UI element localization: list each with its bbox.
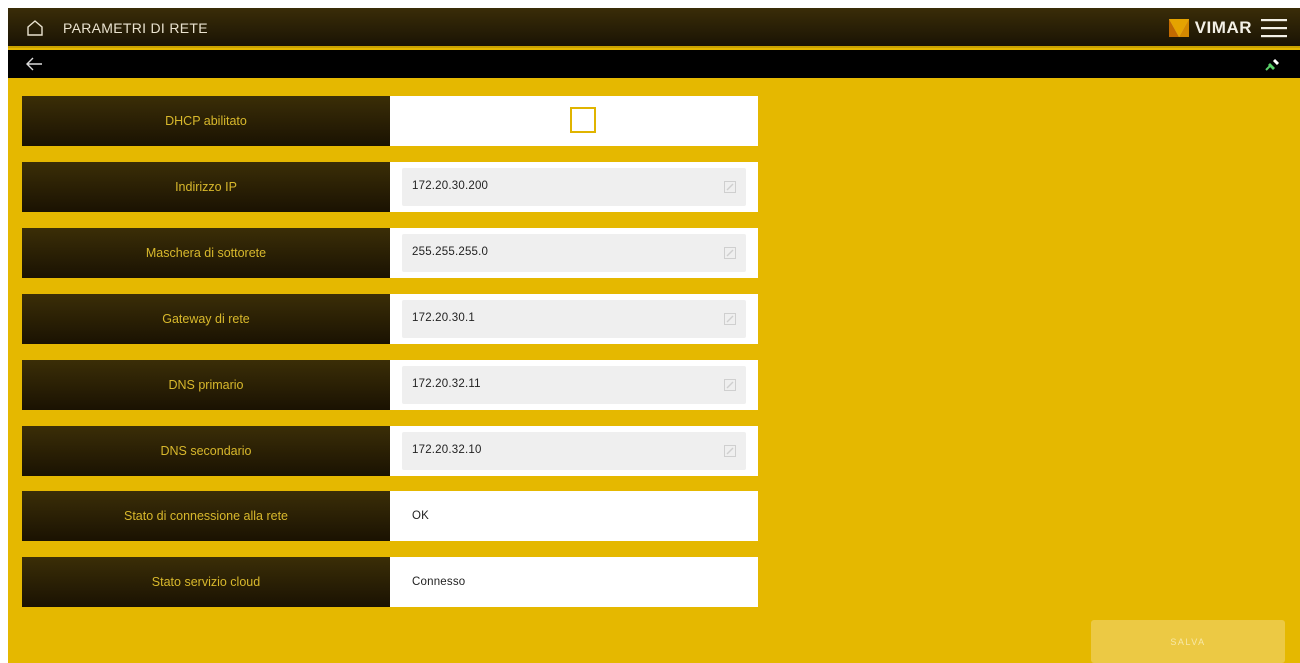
brand-name: VIMAR xyxy=(1194,18,1252,37)
subnet-mask-label: Maschera di sottorete xyxy=(22,228,390,278)
back-arrow-icon[interactable] xyxy=(25,56,43,72)
gateway-value-cell: 172.20.30.1 xyxy=(390,294,758,344)
connection-plug-icon xyxy=(1265,59,1279,71)
dhcp-row: DHCP abilitato xyxy=(22,96,758,146)
subnet-mask-row: Maschera di sottorete 255.255.255.0 xyxy=(22,228,758,278)
vimar-logo-icon xyxy=(1168,19,1189,37)
navigation-bar xyxy=(8,50,1300,78)
cloud-status-row: Stato servizio cloud Connesso xyxy=(22,557,758,607)
edit-icon[interactable] xyxy=(724,445,736,457)
subnet-mask-value-cell: 255.255.255.0 xyxy=(390,228,758,278)
dhcp-label: DHCP abilitato xyxy=(22,96,390,146)
dns-secondary-value: 172.20.32.10 xyxy=(412,444,482,456)
gateway-row: Gateway di rete 172.20.30.1 xyxy=(22,294,758,344)
dns-secondary-field[interactable]: 172.20.32.10 xyxy=(402,432,746,470)
edit-icon[interactable] xyxy=(724,379,736,391)
save-button[interactable]: SALVA xyxy=(1091,620,1285,663)
cloud-status-label: Stato servizio cloud xyxy=(22,557,390,607)
edit-icon[interactable] xyxy=(724,247,736,259)
gateway-field[interactable]: 172.20.30.1 xyxy=(402,300,746,338)
gateway-value: 172.20.30.1 xyxy=(412,312,475,324)
dns-primary-value-cell: 172.20.32.11 xyxy=(390,360,758,410)
ip-address-label: Indirizzo IP xyxy=(22,162,390,212)
ip-address-row: Indirizzo IP 172.20.30.200 xyxy=(22,162,758,212)
dhcp-checkbox[interactable] xyxy=(570,107,596,133)
dhcp-value-cell xyxy=(390,96,758,146)
home-icon[interactable] xyxy=(26,19,44,37)
app-window: PARAMETRI DI RETE VIMAR DHCP abilitato I… xyxy=(8,8,1300,663)
network-status-value-cell: OK xyxy=(390,491,758,541)
ip-address-field[interactable]: 172.20.30.200 xyxy=(402,168,746,206)
dns-primary-field[interactable]: 172.20.32.11 xyxy=(402,366,746,404)
dns-primary-row: DNS primario 172.20.32.11 xyxy=(22,360,758,410)
edit-icon[interactable] xyxy=(724,181,736,193)
dns-secondary-label: DNS secondario xyxy=(22,426,390,476)
ip-address-value: 172.20.30.200 xyxy=(412,180,489,192)
ip-address-value-cell: 172.20.30.200 xyxy=(390,162,758,212)
subnet-mask-value: 255.255.255.0 xyxy=(412,246,489,258)
page-title: PARAMETRI DI RETE xyxy=(63,20,208,36)
network-status-row: Stato di connessione alla rete OK xyxy=(22,491,758,541)
dns-secondary-value-cell: 172.20.32.10 xyxy=(390,426,758,476)
dns-primary-label: DNS primario xyxy=(22,360,390,410)
cloud-status-value-cell: Connesso xyxy=(390,557,758,607)
network-status-label: Stato di connessione alla rete xyxy=(22,491,390,541)
gateway-label: Gateway di rete xyxy=(22,294,390,344)
cloud-status-value: Connesso xyxy=(412,576,466,588)
brand: VIMAR xyxy=(1168,18,1252,38)
top-bar: PARAMETRI DI RETE VIMAR xyxy=(8,8,1300,48)
dns-secondary-row: DNS secondario 172.20.32.10 xyxy=(22,426,758,476)
network-status-value: OK xyxy=(412,510,430,522)
dns-primary-value: 172.20.32.11 xyxy=(412,378,481,390)
edit-icon[interactable] xyxy=(724,313,736,325)
menu-icon[interactable] xyxy=(1261,18,1287,38)
subnet-mask-field[interactable]: 255.255.255.0 xyxy=(402,234,746,272)
